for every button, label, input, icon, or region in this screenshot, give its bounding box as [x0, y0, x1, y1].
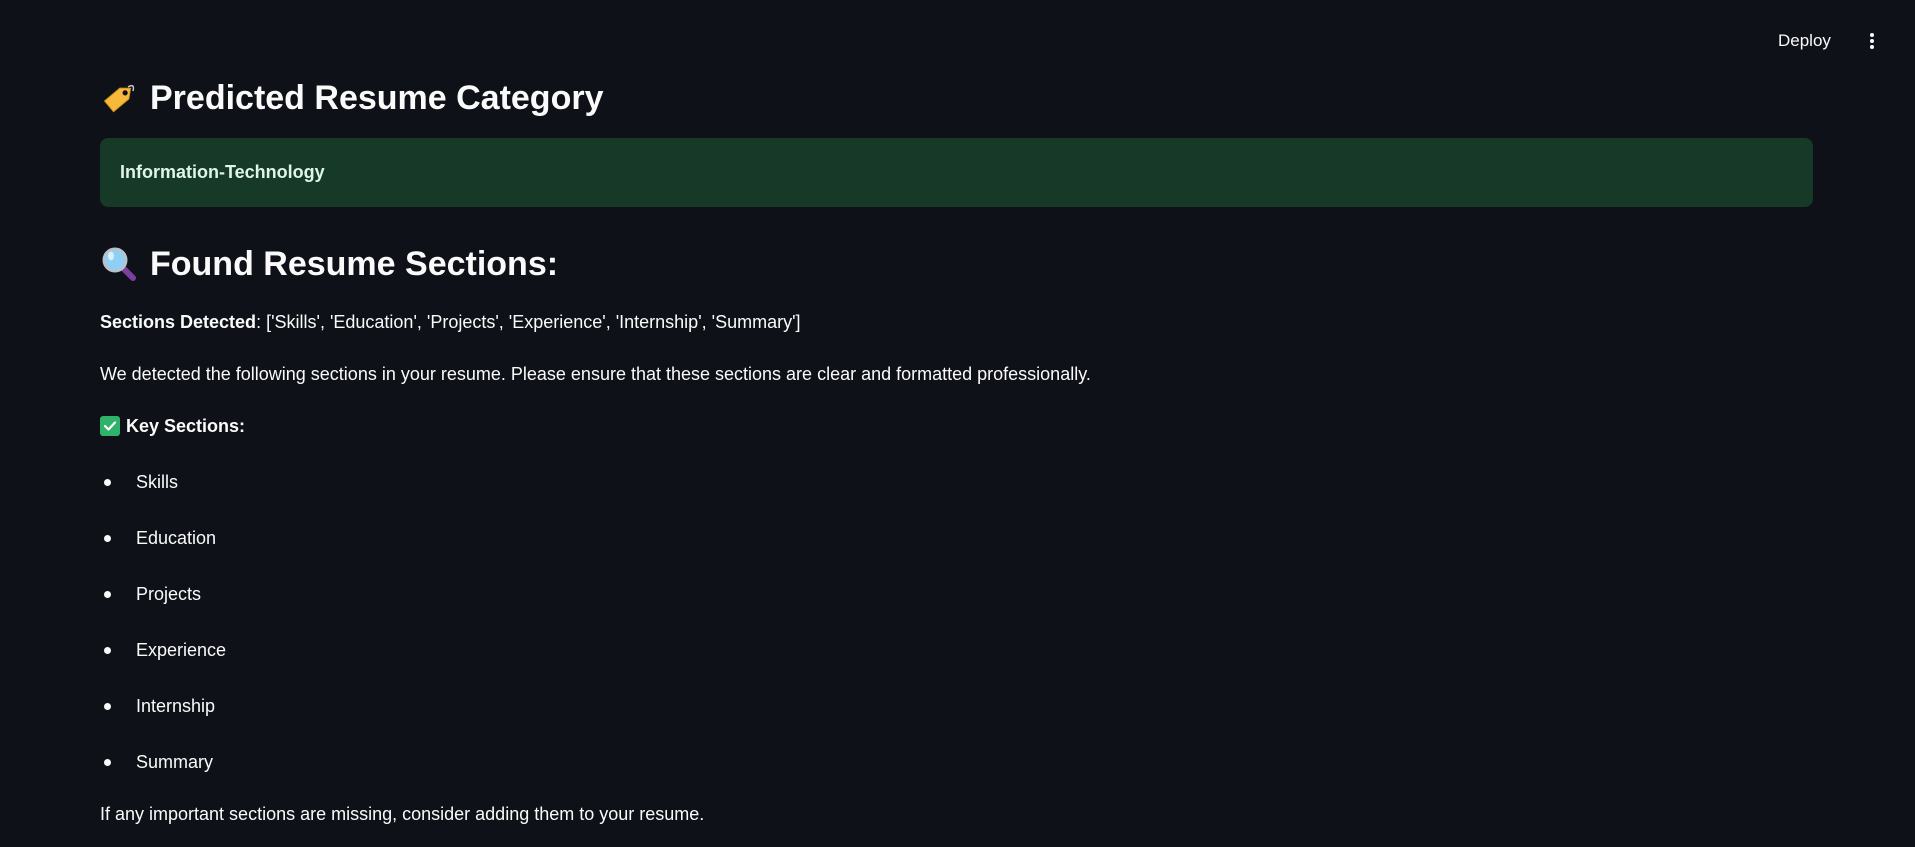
sections-footer-text: If any important sections are missing, c…: [100, 804, 705, 824]
bullet-icon: [104, 479, 111, 486]
category-result-box: Information-Technology: [100, 138, 1813, 207]
list-item-label: Projects: [136, 584, 202, 604]
key-sections-label-row: Key Sections:: [100, 414, 245, 438]
sections-heading: Found Resume Sections:: [100, 240, 558, 288]
main-menu-button[interactable]: [1860, 26, 1884, 56]
kebab-vertical-icon: [1870, 33, 1874, 49]
bullet-icon: [104, 759, 111, 766]
list-item: Education: [100, 526, 226, 582]
list-item-label: Experience: [136, 640, 227, 660]
list-item: Experience: [100, 638, 226, 694]
bullet-icon: [104, 591, 111, 598]
list-item: Skills: [100, 470, 226, 526]
category-heading: Predicted Resume Category: [100, 74, 604, 122]
check-mark-icon: [100, 416, 120, 436]
bullet-icon: [104, 535, 111, 542]
sections-heading-text: Found Resume Sections:: [150, 244, 559, 283]
list-item-label: Internship: [136, 696, 216, 716]
list-item-label: Skills: [136, 472, 179, 492]
list-item: Projects: [100, 582, 226, 638]
deploy-button[interactable]: Deploy: [1772, 26, 1837, 56]
sections-info-text: We detected the following sections in yo…: [100, 364, 1091, 384]
magnifier-icon: [102, 247, 136, 281]
key-sections-list: Skills Education Projects Experience Int…: [100, 470, 226, 806]
key-sections-label: Key Sections:: [126, 416, 246, 436]
label-tag-icon: [103, 84, 135, 113]
category-heading-text: Predicted Resume Category: [150, 78, 604, 117]
list-item: Summary: [100, 750, 226, 806]
top-toolbar: Deploy: [0, 0, 1915, 80]
list-item: Internship: [100, 694, 226, 750]
sections-detected-label: Sections Detected: [100, 312, 257, 332]
sections-detected-line: Sections Detected: ['Skills', 'Education…: [100, 310, 801, 334]
category-value: Information-Technology: [120, 162, 325, 182]
sections-detected-value: : ['Skills', 'Education', 'Projects', 'E…: [256, 312, 801, 332]
list-item-label: Education: [136, 528, 217, 548]
bullet-icon: [104, 647, 111, 654]
bullet-icon: [104, 703, 111, 710]
list-item-label: Summary: [136, 752, 214, 772]
